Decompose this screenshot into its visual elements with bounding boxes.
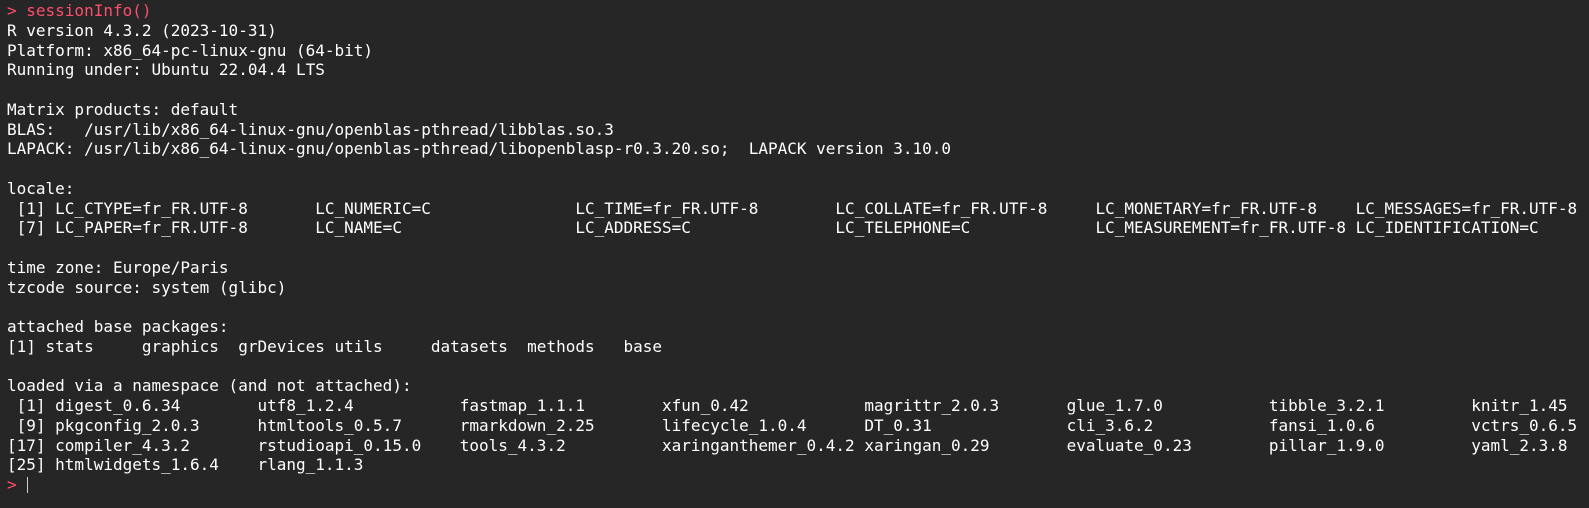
output-line: [25] htmlwidgets_1.6.4 rlang_1.1.3 — [7, 455, 364, 475]
output-line: [17] compiler_4.3.2 rstudioapi_0.15.0 to… — [7, 435, 1568, 455]
output-line: Matrix products: default — [7, 99, 239, 119]
output-line: BLAS: /usr/lib/x86_64-linux-gnu/openblas… — [7, 119, 614, 139]
input-line[interactable]: > — [7, 475, 1589, 495]
output-line: [1] stats graphics grDevices utils datas… — [7, 336, 663, 356]
command-line: > sessionInfo() — [7, 1, 1589, 21]
command-text: sessionInfo() — [26, 1, 152, 20]
output-line: [1] LC_CTYPE=fr_FR.UTF-8 LC_NUMERIC=C LC… — [7, 198, 1578, 218]
output-line: attached base packages: — [7, 317, 229, 336]
output-line: time zone: Europe/Paris — [7, 257, 229, 277]
output-line: loaded via a namespace (and not attached… — [7, 376, 412, 396]
output-line: [7] LC_PAPER=fr_FR.UTF-8 LC_NAME=C LC_AD… — [7, 218, 1539, 238]
output-line: Platform: x86_64-pc-linux-gnu (64-bit) — [7, 40, 374, 60]
prompt-symbol: > — [7, 1, 27, 20]
output-line: Running under: Ubuntu 22.04.4 LTS — [7, 60, 325, 80]
output-line: [1] digest_0.6.34 utf8_1.2.4 fastmap_1.1… — [7, 396, 1568, 415]
output-line: LAPACK: /usr/lib/x86_64-linux-gnu/openbl… — [7, 139, 952, 159]
output-line: locale: — [7, 178, 75, 198]
output-line: R version 4.3.2 (2023-10-31) — [7, 20, 277, 40]
output-line: tzcode source: system (glibc) — [7, 277, 287, 297]
prompt-symbol: > — [7, 475, 27, 494]
r-console[interactable]: > sessionInfo() R version 4.3.2 (2023-10… — [0, 0, 1589, 508]
console-output: R version 4.3.2 (2023-10-31) Platform: x8… — [7, 21, 1589, 475]
output-line: [9] pkgconfig_2.0.3 htmltools_0.5.7 rmar… — [7, 415, 1578, 435]
text-cursor — [27, 477, 29, 493]
